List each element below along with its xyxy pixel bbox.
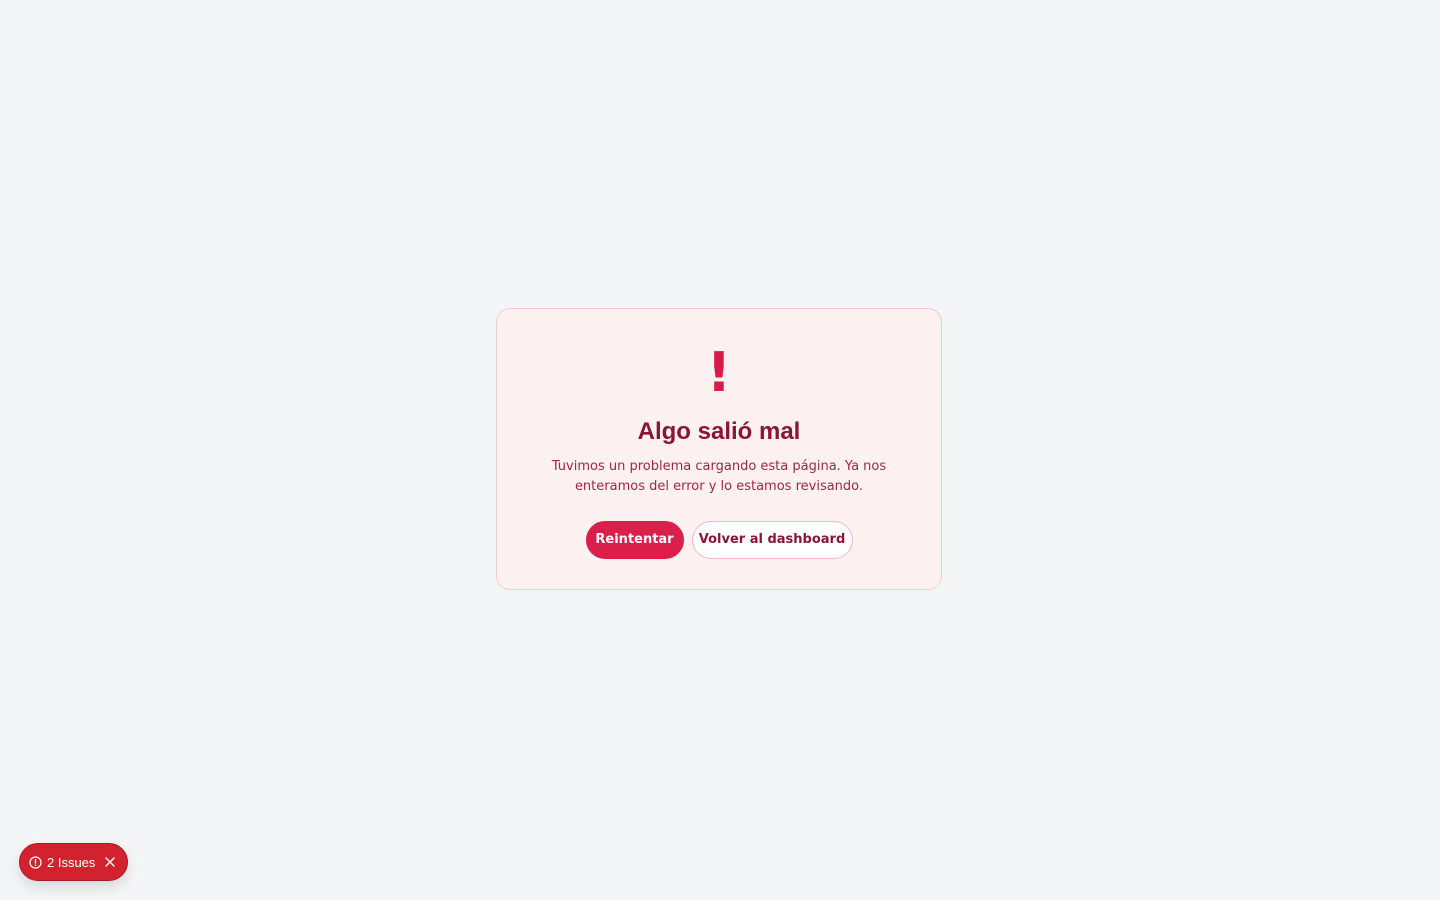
error-message: Tuvimos un problema cargando esta página…: [551, 459, 887, 494]
retry-button[interactable]: Reintentar: [585, 521, 684, 559]
issues-toggle[interactable]: 2 Issues: [29, 855, 95, 870]
issues-badge: 2 Issues: [19, 843, 128, 881]
error-card: ! Algo salió mal Tuvimos un problema car…: [496, 308, 942, 590]
error-page: ! Algo salió mal Tuvimos un problema car…: [0, 0, 1440, 900]
alert-circle-icon: [29, 855, 42, 869]
issues-label: 2 Issues: [47, 854, 96, 870]
close-icon[interactable]: [104, 856, 116, 868]
exclamation-icon: !: [706, 341, 732, 404]
error-actions: Reintentar Volver al dashboard: [497, 521, 941, 559]
error-title: Algo salió mal: [637, 418, 801, 445]
back-to-dashboard-button[interactable]: Volver al dashboard: [691, 521, 853, 559]
